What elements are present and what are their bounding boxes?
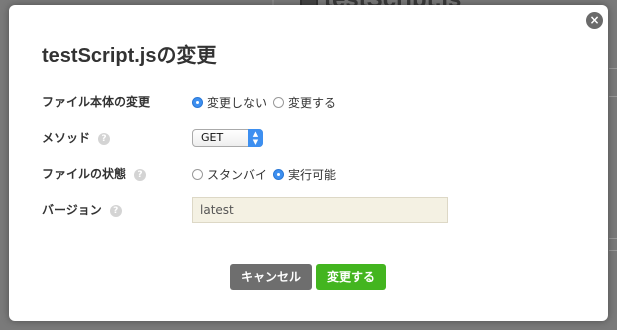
close-icon[interactable]: ×	[586, 12, 603, 29]
version-input[interactable]	[192, 197, 448, 223]
select-arrows-icon: ▲ ▼	[248, 129, 263, 147]
version-label: バージョン	[42, 203, 102, 217]
method-label: メソッド	[42, 131, 91, 145]
file-state-label: ファイルの状態	[42, 167, 127, 181]
file-change-label: ファイル本体の変更	[42, 95, 151, 109]
radio-no-change[interactable]: 変更しない	[192, 94, 267, 111]
method-row: メソッド? GET ▲ ▼	[42, 125, 602, 151]
version-label-wrap: バージョン?	[42, 197, 122, 223]
cancel-button[interactable]: キャンセル	[230, 264, 312, 290]
help-icon[interactable]: ?	[98, 132, 111, 145]
method-control: GET ▲ ▼	[192, 125, 263, 151]
file-state-radio-group: スタンバイ 実行可能	[192, 161, 342, 187]
background-rule	[609, 250, 617, 251]
radio-standby[interactable]: スタンバイ	[192, 166, 267, 183]
submit-button[interactable]: 変更する	[316, 264, 386, 290]
background-rule	[609, 238, 617, 239]
help-icon[interactable]: ?	[134, 168, 147, 181]
file-state-row: ファイルの状態? スタンバイ 実行可能	[42, 161, 602, 187]
radio-no-change-label: 変更しない	[207, 95, 268, 110]
radio-change-label: 変更する	[288, 95, 337, 110]
method-label-wrap: メソッド?	[42, 125, 111, 151]
radio-change[interactable]: 変更する	[273, 94, 336, 111]
method-select[interactable]: GET ▲ ▼	[192, 129, 263, 147]
radio-standby-label: スタンバイ	[207, 167, 268, 182]
edit-dialog: × testScript.jsの変更 ファイル本体の変更 変更しない 変更する …	[9, 5, 608, 321]
dialog-title: testScript.jsの変更	[42, 45, 217, 67]
radio-icon	[273, 96, 285, 108]
version-control	[192, 197, 448, 223]
background-rule	[609, 68, 617, 69]
radio-icon	[192, 168, 203, 180]
file-state-label-wrap: ファイルの状態?	[42, 161, 147, 187]
radio-icon	[273, 168, 285, 180]
method-select-value: GET	[201, 131, 224, 144]
radio-executable-label: 実行可能	[288, 167, 337, 182]
radio-icon	[192, 96, 203, 108]
background-rule	[609, 96, 617, 97]
radio-executable[interactable]: 実行可能	[273, 166, 336, 183]
file-change-radio-group: 変更しない 変更する	[192, 89, 342, 115]
help-icon[interactable]: ?	[109, 204, 122, 217]
version-row: バージョン?	[42, 197, 602, 223]
file-change-row: ファイル本体の変更 変更しない 変更する	[42, 89, 602, 115]
